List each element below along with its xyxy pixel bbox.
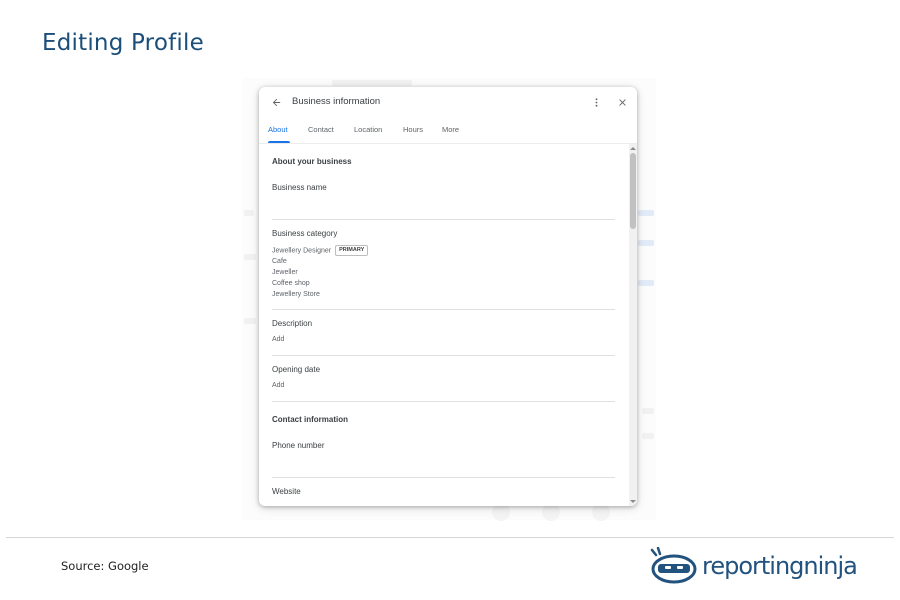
tab-about[interactable]: About bbox=[268, 125, 288, 134]
business-name-field[interactable]: Business name bbox=[272, 183, 327, 192]
category-item: Jewellery Store bbox=[272, 291, 320, 298]
more-vert-icon[interactable] bbox=[587, 93, 605, 111]
dialog-header: Business information bbox=[259, 87, 637, 117]
divider bbox=[272, 355, 615, 356]
category-item: Coffee shop bbox=[272, 280, 310, 287]
business-category-field[interactable]: Business category bbox=[272, 229, 337, 238]
category-item: Jeweller bbox=[272, 269, 298, 276]
logo-wordmark: reportingninja bbox=[702, 552, 858, 580]
description-field[interactable]: Description bbox=[272, 319, 312, 328]
background-placeholder bbox=[638, 240, 654, 246]
background-placeholder bbox=[244, 210, 254, 216]
active-tab-indicator bbox=[268, 141, 290, 143]
footer-divider bbox=[6, 537, 894, 538]
dialog-content: About your business Business name Busine… bbox=[259, 144, 629, 506]
ninja-logo-icon bbox=[650, 547, 697, 584]
reportingninja-logo: reportingninja bbox=[650, 545, 858, 587]
primary-badge: PRIMARY bbox=[335, 245, 369, 256]
close-icon[interactable] bbox=[613, 93, 631, 111]
website-field[interactable]: Website bbox=[272, 487, 301, 496]
about-section-heading: About your business bbox=[272, 157, 352, 166]
tab-more[interactable]: More bbox=[442, 125, 459, 134]
tab-hours[interactable]: Hours bbox=[403, 125, 423, 134]
divider bbox=[272, 309, 615, 310]
business-information-dialog: Business information About Contact Locat… bbox=[259, 87, 637, 506]
divider bbox=[272, 401, 615, 402]
category-item: Cafe bbox=[272, 258, 287, 265]
background-placeholder bbox=[642, 433, 654, 439]
category-item: Jewellery Designer PRIMARY bbox=[272, 245, 369, 256]
background-placeholder bbox=[244, 254, 256, 260]
opening-date-field[interactable]: Opening date bbox=[272, 365, 320, 374]
background-placeholder bbox=[638, 280, 654, 286]
arrow-back-icon[interactable] bbox=[267, 93, 285, 111]
category-list: Jewellery Designer PRIMARY Cafe Jeweller … bbox=[272, 245, 369, 300]
background-placeholder bbox=[244, 318, 256, 324]
description-add-link[interactable]: Add bbox=[272, 336, 284, 343]
scroll-up-arrow-icon[interactable] bbox=[630, 147, 636, 150]
scrollbar[interactable] bbox=[629, 144, 637, 506]
scrollbar-thumb[interactable] bbox=[630, 153, 636, 229]
tab-bar: About Contact Location Hours More bbox=[259, 117, 637, 144]
source-caption: Source: Google bbox=[61, 559, 149, 573]
scroll-down-arrow-icon[interactable] bbox=[630, 500, 636, 503]
opening-date-add-link[interactable]: Add bbox=[272, 382, 284, 389]
phone-number-field[interactable]: Phone number bbox=[272, 441, 324, 450]
divider bbox=[272, 219, 615, 220]
dialog-title: Business information bbox=[292, 96, 381, 107]
background-placeholder bbox=[642, 408, 654, 414]
background-placeholder bbox=[332, 80, 412, 86]
tab-location[interactable]: Location bbox=[354, 125, 382, 134]
category-name: Jewellery Designer bbox=[272, 247, 332, 255]
contact-section-heading: Contact information bbox=[272, 415, 348, 424]
slide-title: Editing Profile bbox=[42, 30, 204, 56]
tab-contact[interactable]: Contact bbox=[308, 125, 334, 134]
divider bbox=[272, 477, 615, 478]
background-placeholder bbox=[638, 210, 654, 216]
